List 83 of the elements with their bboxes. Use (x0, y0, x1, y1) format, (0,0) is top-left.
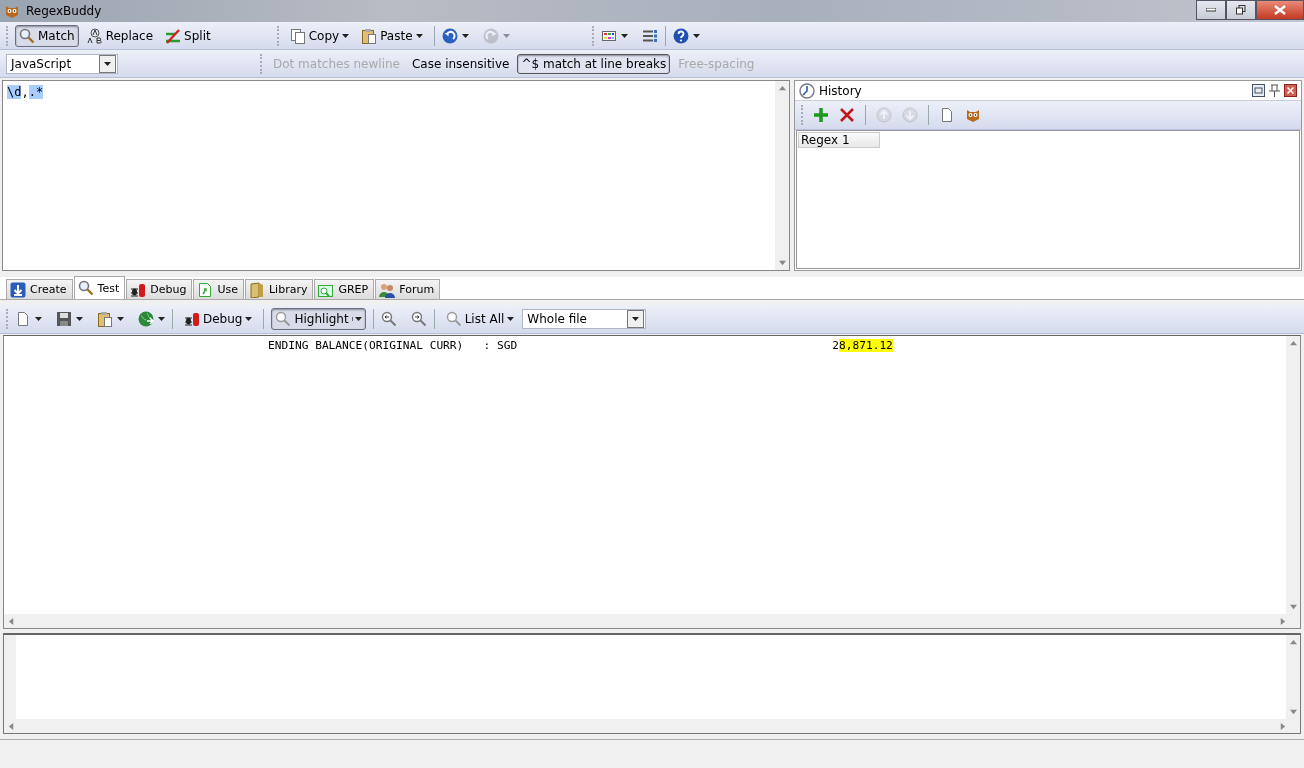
globe-icon[interactable] (138, 311, 154, 327)
undo-icon[interactable] (441, 27, 458, 44)
tab[interactable]: Library (245, 279, 314, 299)
debug-button[interactable]: Debug (180, 308, 257, 330)
scroll-right-icon[interactable] (1279, 722, 1286, 730)
text-line: ENDING BALANCE(ORIGINAL CURR) : SGD (268, 339, 518, 352)
page-icon[interactable] (15, 311, 31, 327)
maximize-icon[interactable] (1252, 84, 1265, 97)
text-line: 2 (832, 339, 839, 352)
floppy-icon[interactable] (56, 311, 72, 327)
caret-icon[interactable] (620, 33, 628, 38)
book-icon[interactable] (249, 281, 265, 298)
panel-title: History (819, 83, 862, 98)
search-icon[interactable] (445, 311, 462, 327)
search-icon[interactable] (275, 311, 292, 327)
scroll-left-icon[interactable] (8, 617, 15, 625)
tab[interactable]: GREP (314, 279, 375, 299)
tab[interactable]: Use (193, 279, 244, 299)
toolbar-button[interactable]: Paste (357, 24, 427, 47)
search-icon[interactable] (19, 27, 35, 44)
mode-button[interactable]: Split (161, 24, 215, 47)
clipboard-icon[interactable] (97, 311, 113, 327)
scroll-up-icon[interactable] (1289, 639, 1297, 646)
caret-icon[interactable] (245, 317, 253, 321)
help-icon[interactable] (672, 27, 689, 44)
option-toggle[interactable]: Case insensitive (407, 53, 514, 74)
bug-icon[interactable] (130, 281, 147, 298)
flavor-dropdown[interactable]: JavaScript (6, 53, 118, 74)
split-lines-icon[interactable] (165, 27, 182, 44)
page-arrow-icon[interactable] (197, 281, 214, 298)
close-button[interactable] (1256, 0, 1304, 20)
people-icon[interactable] (379, 281, 396, 298)
letters-ab-icon[interactable] (86, 27, 103, 44)
option-toggle[interactable]: ^$ match at line breaks (517, 53, 671, 74)
toolbar-button[interactable]: Copy (285, 24, 354, 47)
plus-icon[interactable] (813, 107, 829, 123)
caret-icon[interactable] (461, 33, 469, 38)
scroll-down-icon[interactable] (1289, 708, 1297, 715)
caret-icon[interactable] (117, 317, 124, 321)
mode-button[interactable]: Match (15, 24, 79, 47)
zoom-left-icon[interactable] (380, 311, 397, 327)
tab[interactable]: Debug (126, 279, 193, 299)
scroll-up-icon[interactable] (1289, 340, 1297, 347)
search-icon[interactable] (77, 280, 94, 296)
scroll-right-icon[interactable] (1279, 617, 1286, 625)
caret-icon[interactable] (76, 317, 83, 321)
download-icon[interactable] (10, 281, 26, 298)
minimize-icon[interactable] (1206, 8, 1216, 12)
minimize-button[interactable] (1196, 0, 1226, 20)
clipboard-icon[interactable] (361, 27, 378, 44)
tab[interactable]: Test (73, 276, 126, 299)
close-icon[interactable] (1284, 84, 1297, 97)
scope-dropdown[interactable]: Whole file (522, 309, 647, 329)
restore-button[interactable] (1226, 0, 1256, 20)
caret-icon[interactable] (507, 317, 515, 321)
bug-icon[interactable] (184, 311, 200, 327)
caret-icon[interactable] (354, 317, 362, 321)
caret-icon[interactable] (415, 33, 423, 38)
copy-icon[interactable] (289, 27, 306, 44)
history-item[interactable]: Regex 1 (798, 132, 880, 148)
list-icon[interactable] (641, 27, 658, 44)
caret-icon[interactable] (104, 61, 111, 66)
list-all-button[interactable]: List All (441, 308, 519, 330)
match-text: 8,871.12 (838, 339, 893, 352)
pin-icon[interactable] (1268, 84, 1281, 97)
zoom-right-icon[interactable] (410, 311, 427, 327)
owl-icon[interactable] (4, 3, 20, 19)
caret-icon[interactable] (158, 317, 165, 321)
caret-icon[interactable] (35, 317, 42, 321)
caret-icon[interactable] (632, 317, 640, 321)
owl-icon[interactable] (965, 107, 981, 123)
caret-icon[interactable] (342, 33, 350, 38)
scroll-down-icon[interactable] (1289, 603, 1297, 610)
mode-button[interactable]: Replace (82, 24, 158, 47)
restore-icon[interactable] (1236, 5, 1246, 15)
caret-icon[interactable] (692, 33, 700, 38)
page-icon[interactable] (939, 107, 955, 123)
window-title: RegexBuddy (26, 4, 102, 18)
tab[interactable]: Create (6, 279, 73, 299)
scroll-left-icon[interactable] (8, 722, 15, 730)
tab[interactable]: Forum (375, 279, 441, 299)
delete-icon[interactable] (839, 107, 855, 123)
highlight-button[interactable]: Highlight (271, 308, 366, 330)
